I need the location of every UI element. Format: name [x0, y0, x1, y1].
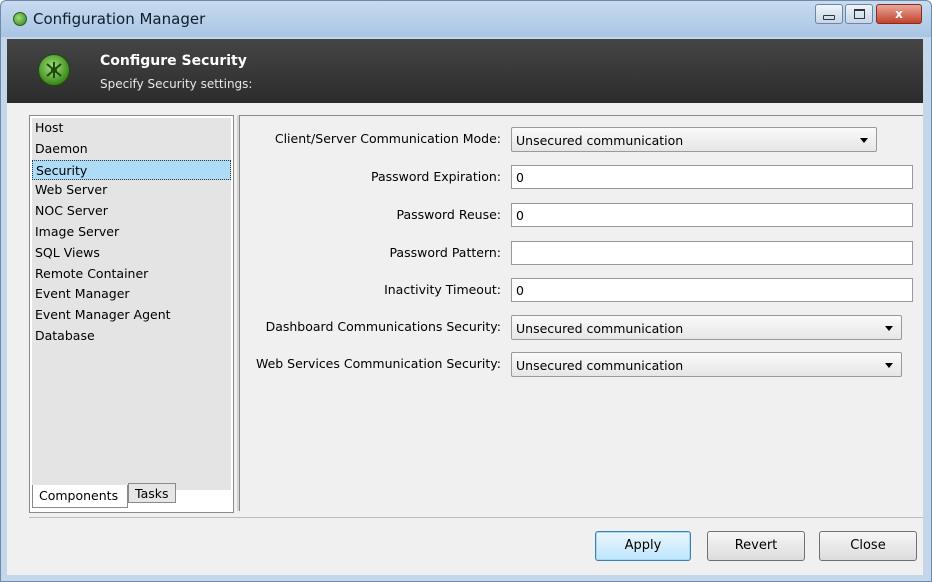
window-close-button[interactable]: x	[876, 4, 922, 24]
chevron-down-icon	[885, 363, 893, 368]
tab-components[interactable]: Components	[32, 485, 128, 508]
password-pattern-label: Password Pattern:	[389, 245, 501, 260]
security-settings-form: Client/Server Communication Mode: Unsecu…	[239, 115, 923, 511]
maximize-button[interactable]	[845, 4, 873, 24]
tab-tasks[interactable]: Tasks	[128, 483, 176, 503]
page-title: Configure Security	[100, 53, 247, 69]
network-hub-icon	[38, 54, 70, 86]
application-window: Configuration Manager x Configure Securi…	[0, 0, 932, 582]
window-title: Configuration Manager	[33, 10, 206, 28]
dashboard-security-value: Unsecured communication	[516, 321, 684, 336]
client-server-mode-value: Unsecured communication	[516, 133, 684, 148]
password-pattern-row: Password Pattern:	[240, 241, 924, 267]
app-icon	[13, 12, 27, 26]
content-area: Host Daemon Security Web Server NOC Serv…	[7, 103, 923, 575]
list-item-database[interactable]: Database	[32, 326, 231, 347]
list-item-web-server[interactable]: Web Server	[32, 180, 231, 201]
maximize-icon	[853, 9, 865, 19]
page-subtitle: Specify Security settings:	[100, 77, 253, 91]
list-item-image-server[interactable]: Image Server	[32, 222, 231, 243]
close-icon: x	[895, 7, 903, 21]
components-list: Host Daemon Security Web Server NOC Serv…	[32, 118, 231, 490]
client-server-mode-label: Client/Server Communication Mode:	[274, 131, 501, 146]
password-pattern-field[interactable]	[511, 241, 913, 265]
password-reuse-label: Password Reuse:	[396, 207, 501, 222]
inactivity-timeout-field[interactable]: 0	[511, 278, 913, 302]
web-services-security-value: Unsecured communication	[516, 358, 684, 373]
list-item-event-manager-agent[interactable]: Event Manager Agent	[32, 305, 231, 326]
dashboard-security-label: Dashboard Communications Security:	[265, 319, 501, 334]
password-reuse-row: Password Reuse: 0	[240, 203, 924, 229]
list-item-daemon[interactable]: Daemon	[32, 139, 231, 160]
dashboard-security-select[interactable]: Unsecured communication	[511, 315, 902, 340]
list-item-security[interactable]: Security	[32, 159, 231, 181]
minimize-button[interactable]	[815, 4, 843, 24]
web-services-security-label: Web Services Communication Security:	[255, 356, 501, 371]
list-item-sql-views[interactable]: SQL Views	[32, 243, 231, 264]
client-server-mode-row: Client/Server Communication Mode: Unsecu…	[240, 127, 924, 153]
dashboard-security-row: Dashboard Communications Security: Unsec…	[240, 315, 924, 341]
web-services-security-select[interactable]: Unsecured communication	[511, 352, 902, 377]
list-item-noc-server[interactable]: NOC Server	[32, 201, 231, 222]
page-header: Configure Security Specify Security sett…	[7, 39, 923, 103]
minimize-icon	[823, 14, 835, 20]
revert-button[interactable]: Revert	[707, 531, 805, 561]
chevron-down-icon	[860, 138, 868, 143]
network-hub-glyph	[46, 62, 62, 78]
list-item-remote-container[interactable]: Remote Container	[32, 264, 231, 285]
inactivity-timeout-label: Inactivity Timeout:	[384, 282, 501, 297]
list-item-host[interactable]: Host	[32, 118, 231, 139]
password-expiration-row: Password Expiration: 0	[240, 165, 924, 191]
button-bar-divider	[29, 517, 923, 518]
title-bar[interactable]: Configuration Manager x	[1, 1, 931, 37]
apply-button[interactable]: Apply	[595, 531, 691, 561]
close-button[interactable]: Close	[819, 531, 917, 561]
list-item-event-manager[interactable]: Event Manager	[32, 284, 231, 305]
client-server-mode-select[interactable]: Unsecured communication	[511, 127, 877, 152]
chevron-down-icon	[885, 326, 893, 331]
password-expiration-label: Password Expiration:	[370, 169, 501, 184]
password-expiration-field[interactable]: 0	[511, 165, 913, 189]
components-panel: Host Daemon Security Web Server NOC Serv…	[29, 115, 234, 513]
inactivity-timeout-row: Inactivity Timeout: 0	[240, 278, 924, 304]
password-reuse-field[interactable]: 0	[511, 203, 913, 227]
web-services-security-row: Web Services Communication Security: Uns…	[240, 352, 924, 378]
